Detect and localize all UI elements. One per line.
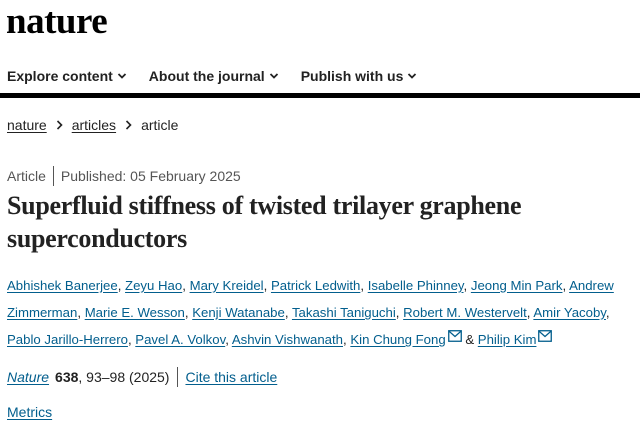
author-separator: , — [263, 278, 268, 293]
author-link[interactable]: Zeyu Hao — [125, 278, 182, 293]
header-divider — [0, 93, 640, 98]
citation-line: Nature 638 , 93–98 (2025) Cite this arti… — [7, 367, 277, 387]
author-separator: , — [395, 305, 400, 320]
author-link[interactable]: Kenji Watanabe — [192, 305, 285, 320]
published-date: Published: 05 February 2025 — [60, 168, 241, 184]
author-separator: , — [284, 305, 289, 320]
nature-logo[interactable]: nature — [6, 0, 108, 44]
author-link[interactable]: Robert M. Westervelt — [403, 305, 527, 320]
author-link[interactable]: Isabelle Phinney — [368, 278, 464, 293]
author-conjunction: & — [465, 332, 475, 347]
chevron-down-icon — [269, 71, 279, 81]
nav-about-the-journal-label: About the journal — [148, 68, 265, 84]
author-link[interactable]: Patrick Ledwith — [271, 278, 360, 293]
email-icon[interactable] — [538, 330, 553, 342]
citation-divider — [177, 367, 179, 387]
author-link[interactable]: Abhishek Banerjee — [7, 278, 118, 293]
author-link[interactable]: Kin Chung Fong — [350, 332, 445, 347]
author-separator: , — [225, 332, 229, 347]
author-link[interactable]: Pavel A. Volkov — [135, 332, 225, 347]
author-link[interactable]: Amir Yacoby — [533, 305, 606, 320]
author-separator: , — [184, 305, 189, 320]
chevron-down-icon — [117, 71, 127, 81]
author-link[interactable]: Philip Kim — [478, 332, 537, 347]
author-separator: , — [117, 278, 122, 293]
chevron-down-icon — [407, 71, 417, 81]
article-title: Superfluid stiffness of twisted trilayer… — [7, 191, 522, 253]
author-link[interactable]: Takashi Taniguchi — [292, 305, 396, 320]
nav-publish-with-us[interactable]: Publish with us — [301, 68, 418, 84]
author-separator: , — [562, 278, 567, 293]
author-separator: , — [605, 305, 610, 320]
author-list: Abhishek Banerjee, Zeyu Hao, Mary Kreide… — [7, 272, 637, 353]
meta-divider — [52, 166, 54, 186]
article-type: Article — [7, 168, 46, 184]
cite-this-article-link[interactable]: Cite this article — [185, 369, 277, 385]
author-link[interactable]: Marie E. Wesson — [85, 305, 185, 320]
author-separator: , — [360, 278, 365, 293]
nav-publish-with-us-label: Publish with us — [300, 68, 404, 84]
nav-explore-content-label: Explore content — [7, 68, 113, 84]
nav-about-the-journal[interactable]: About the journal — [149, 68, 279, 84]
volume: 638 — [55, 369, 79, 385]
breadcrumb-articles[interactable]: articles — [72, 117, 116, 133]
author-link[interactable]: Pablo Jarillo-Herrero — [7, 332, 128, 347]
nav-explore-content[interactable]: Explore content — [7, 68, 127, 84]
breadcrumb-nature[interactable]: nature — [7, 117, 47, 133]
author-link[interactable]: Ashvin Vishwanath — [232, 332, 343, 347]
article-meta: Article Published: 05 February 2025 — [7, 166, 241, 186]
metrics-link[interactable]: Metrics — [7, 404, 52, 420]
author-link[interactable]: Mary Kreidel — [190, 278, 264, 293]
author-separator: , — [127, 332, 132, 347]
author-separator: , — [526, 305, 531, 320]
main-nav: Explore content About the journal Publis… — [0, 58, 640, 94]
chevron-right-icon — [56, 120, 63, 130]
author-separator: , — [182, 278, 186, 293]
breadcrumb-current: article — [141, 117, 179, 133]
author-link[interactable]: Jeong Min Park — [471, 278, 563, 293]
email-icon[interactable] — [447, 330, 462, 342]
journal-link[interactable]: Nature — [7, 369, 49, 385]
author-separator: , — [343, 332, 347, 347]
author-separator: , — [463, 278, 468, 293]
chevron-right-icon — [125, 120, 132, 130]
breadcrumb: nature articles article — [7, 116, 178, 134]
pages-year: , 93–98 (2025) — [78, 369, 170, 385]
author-separator: , — [77, 305, 82, 320]
